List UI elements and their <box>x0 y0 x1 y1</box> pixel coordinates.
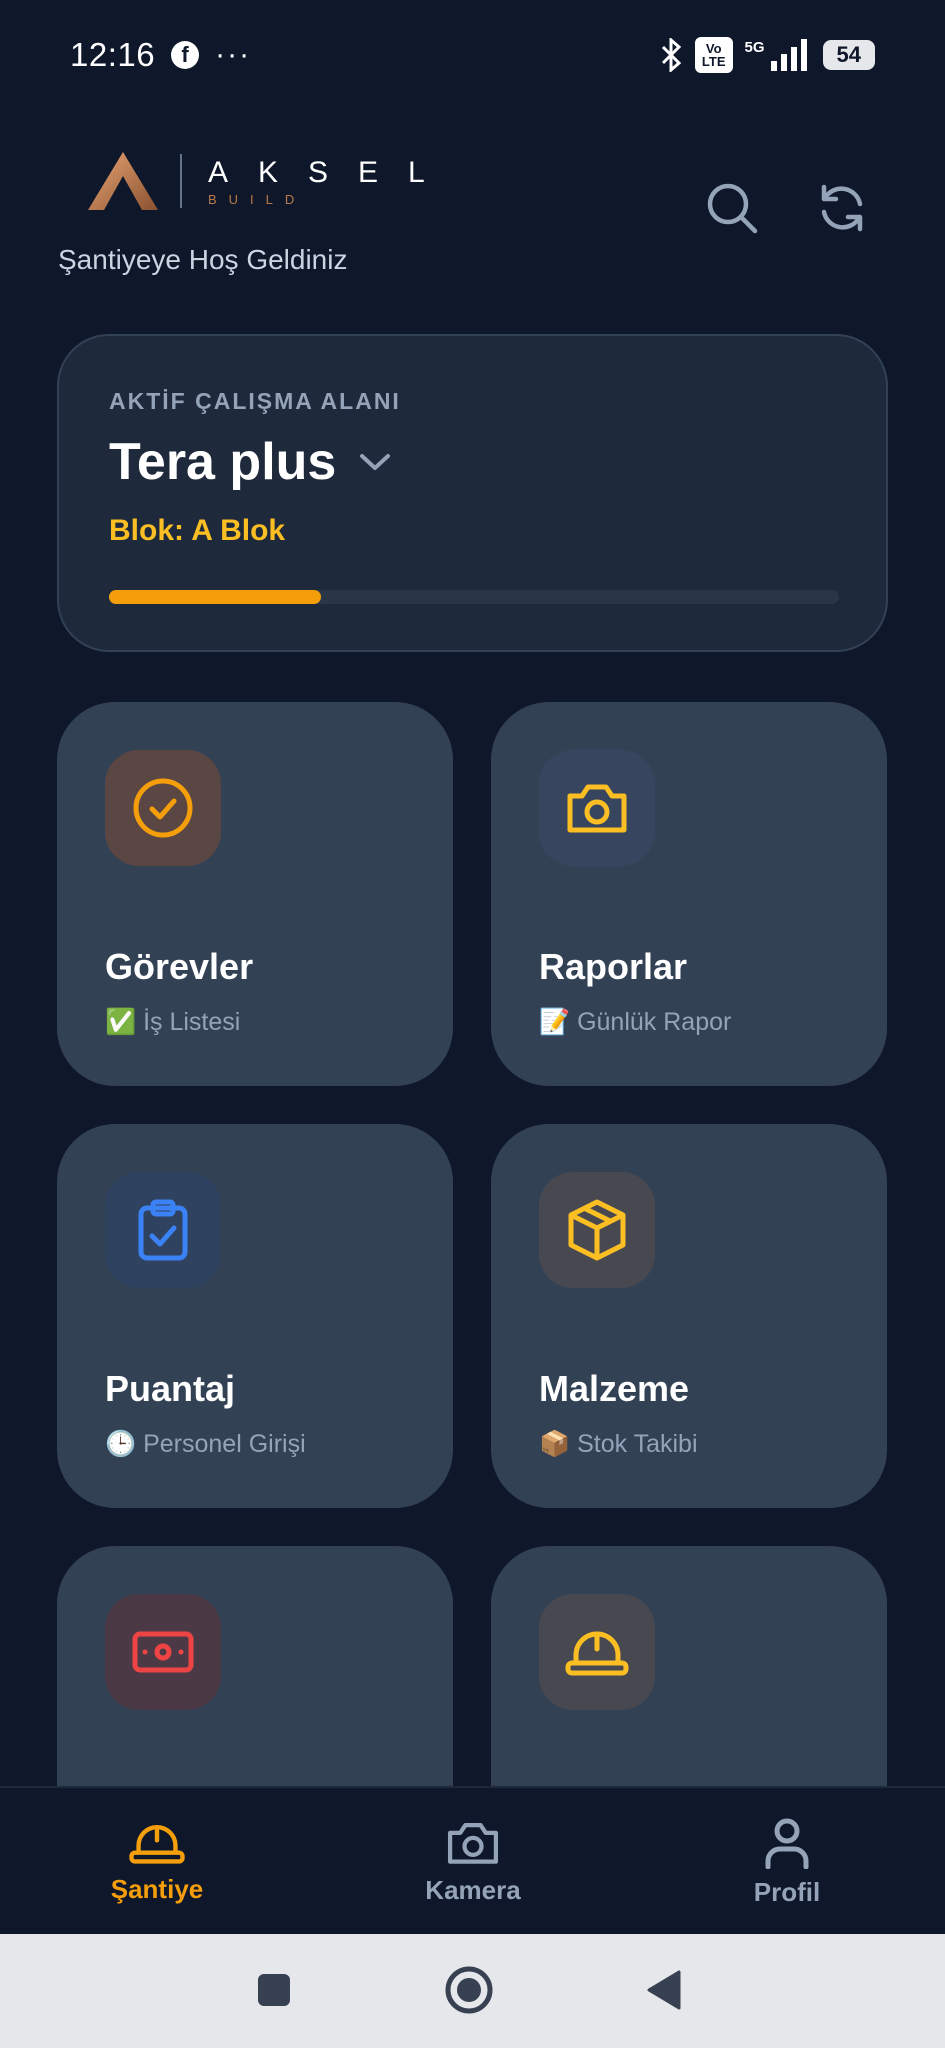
workspace-progress <box>109 590 839 604</box>
logo-text: AKSEL BUILD <box>208 156 455 207</box>
logo-word: AKSEL <box>208 155 455 189</box>
back-button[interactable] <box>634 1960 694 2020</box>
user-icon <box>765 1818 809 1869</box>
chevron-down-icon <box>360 454 391 470</box>
app-logo: AKSEL BUILD <box>86 150 455 212</box>
workspace-selector[interactable]: Tera plus <box>109 432 392 492</box>
status-time: 12:16 <box>70 36 156 73</box>
facebook-icon: f <box>171 41 200 69</box>
search-button[interactable] <box>702 178 762 238</box>
tile-icon-wrap <box>539 750 655 866</box>
refresh-button[interactable] <box>812 178 872 238</box>
box-icon <box>568 1199 626 1261</box>
aksel-logo-icon <box>88 152 158 210</box>
tile-subtitle: ✅ İş Listesi <box>105 1008 241 1036</box>
check-circle-icon <box>133 778 193 838</box>
status-right: Vo LTE 5G 54 <box>659 37 875 73</box>
workspace-progress-fill <box>109 590 321 604</box>
search-icon <box>707 183 758 234</box>
camera-icon <box>567 784 627 833</box>
nav-santiye[interactable]: Şantiye <box>57 1788 257 1936</box>
volte-bottom: LTE <box>701 54 726 69</box>
battery-icon: 54 <box>822 40 875 70</box>
workspace-label: AKTİF ÇALIŞMA ALANI <box>109 388 401 414</box>
logo-divider <box>180 154 182 208</box>
system-nav-bar <box>0 1934 945 2048</box>
tile-title: Puantaj <box>105 1368 236 1409</box>
signal-icon <box>770 39 807 71</box>
bluetooth-icon <box>661 38 682 72</box>
tile-title: Malzeme <box>539 1368 690 1409</box>
home-button[interactable] <box>439 1960 499 2020</box>
tile-raporlar[interactable]: Raporlar 📝 Günlük Rapor <box>491 702 887 1086</box>
tile-subtitle: 📝 Günlük Rapor <box>539 1008 732 1036</box>
tile-finance[interactable] <box>57 1546 453 1786</box>
workspace-name: Tera plus <box>109 433 337 491</box>
tile-title: Raporlar <box>539 946 688 987</box>
status-bar: 12:16 f ··· Vo LTE 5G 54 <box>0 0 945 110</box>
square-icon <box>258 1974 290 2006</box>
more-notifications-icon: ··· <box>215 38 252 71</box>
tile-title: Görevler <box>105 946 254 987</box>
tile-icon-wrap <box>105 750 221 866</box>
tile-icon-wrap <box>105 1594 221 1710</box>
nav-profil[interactable]: Profil <box>687 1788 887 1936</box>
hard-hat-icon <box>129 1824 185 1864</box>
tile-malzeme[interactable]: Malzeme 📦 Stok Takibi <box>491 1124 887 1508</box>
tile-gorevler[interactable]: Görevler ✅ İş Listesi <box>57 702 453 1086</box>
bottom-nav: Şantiye Kamera Profil <box>0 1786 945 1934</box>
header: AKSEL BUILD Şantiyeye Hoş Geldiniz <box>0 140 945 290</box>
tile-puantaj[interactable]: Puantaj 🕒 Personel Girişi <box>57 1124 453 1508</box>
volte-icon: Vo LTE <box>694 37 733 73</box>
back-triangle-icon <box>647 1970 681 2010</box>
nav-kamera[interactable]: Kamera <box>373 1788 573 1936</box>
tile-icon-wrap <box>539 1594 655 1710</box>
hard-hat-icon <box>565 1631 629 1676</box>
workspace-block: Blok: A Blok <box>109 514 286 547</box>
home-circle-icon <box>445 1966 493 2014</box>
recent-apps-button[interactable] <box>244 1960 304 2020</box>
nav-label: Kamera <box>425 1874 521 1905</box>
tile-subtitle: 🕒 Personel Girişi <box>105 1430 306 1458</box>
clipboard-check-icon <box>138 1199 188 1261</box>
nav-label: Şantiye <box>110 1873 204 1904</box>
tile-icon-wrap <box>105 1172 221 1288</box>
tile-icon-wrap <box>539 1172 655 1288</box>
logo-sub: BUILD <box>208 191 307 207</box>
refresh-icon <box>821 184 863 232</box>
tile-subtitle: 📦 Stok Takibi <box>539 1430 698 1458</box>
cash-icon <box>132 1631 194 1673</box>
camera-icon <box>447 1822 499 1864</box>
active-workspace-card[interactable]: AKTİF ÇALIŞMA ALANI Tera plus Blok: A Bl… <box>57 334 888 652</box>
status-left: 12:16 f ··· <box>70 36 251 74</box>
network-type: 5G <box>744 39 765 56</box>
nav-label: Profil <box>753 1876 821 1907</box>
tile-safety[interactable] <box>491 1546 887 1786</box>
welcome-text: Şantiyeye Hoş Geldiniz <box>58 244 348 275</box>
